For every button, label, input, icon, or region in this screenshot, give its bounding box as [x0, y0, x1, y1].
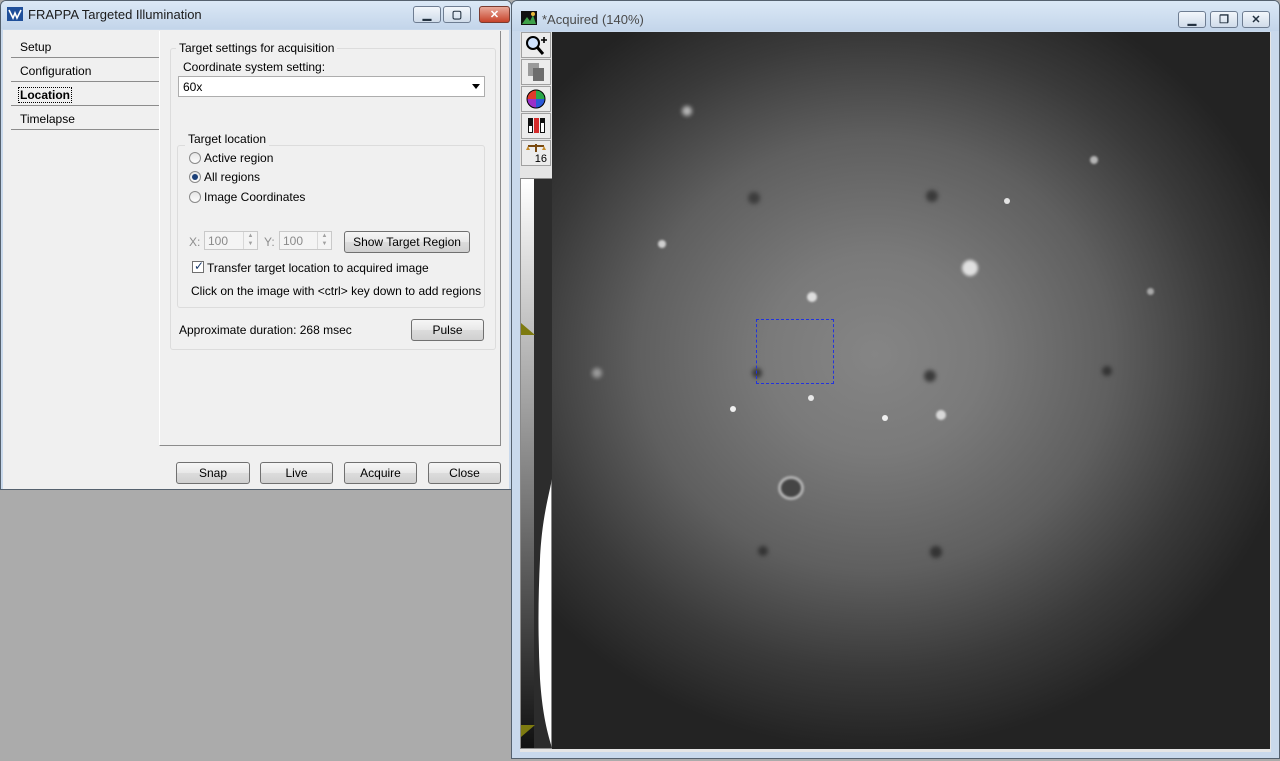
spin-arrows-icon[interactable]: ▲ ▼ — [243, 232, 257, 249]
location-panel: Target settings for acquisition Coordina… — [159, 31, 501, 446]
chevron-down-icon — [472, 84, 480, 89]
color-tool-button[interactable] — [521, 86, 551, 112]
copy-tool-button[interactable] — [521, 59, 551, 85]
channels-icon — [528, 118, 545, 133]
bright-spot — [807, 292, 817, 302]
radio-image-coordinates-label[interactable]: Image Coordinates — [204, 190, 305, 204]
bright-spot — [658, 240, 666, 248]
minimize-icon: ▁ — [422, 9, 432, 21]
transfer-location-label[interactable]: Transfer target location to acquired ima… — [207, 261, 429, 275]
dark-spot — [930, 546, 942, 558]
image-close-button[interactable]: ✕ — [1242, 11, 1270, 28]
selection-region[interactable] — [756, 319, 834, 384]
bright-spot — [1147, 288, 1154, 295]
tab-timelapse[interactable]: Timelapse — [11, 108, 159, 130]
close-button[interactable]: Close — [428, 462, 501, 484]
image-app-icon — [521, 11, 537, 25]
dark-spot — [924, 370, 936, 382]
dark-spot — [926, 190, 938, 202]
bright-spot — [962, 260, 978, 276]
y-coordinate-input[interactable]: 100 ▲ ▼ — [279, 231, 332, 250]
copy-icon — [528, 63, 544, 81]
coordinate-system-select[interactable]: 60x — [178, 76, 485, 97]
ctrl-click-hint: Click on the image with <ctrl> key down … — [191, 284, 482, 298]
scale-tool-button[interactable]: 16 — [521, 140, 551, 166]
bit-depth-label: 16 — [534, 153, 547, 165]
x-label: X: — [189, 235, 201, 249]
image-minimize-button[interactable]: ▁ — [1178, 11, 1206, 28]
bright-spot — [808, 395, 814, 401]
close-icon: ✕ — [1251, 14, 1261, 26]
frappa-titlebar[interactable]: FRAPPA Targeted Illumination ▁ ▢ ✕ — [1, 1, 511, 29]
tab-label: Timelapse — [20, 112, 75, 126]
tab-label: Setup — [20, 40, 52, 54]
spin-arrows-icon[interactable]: ▲ ▼ — [317, 232, 331, 249]
zoom-tool-button[interactable] — [521, 32, 551, 58]
bright-spot — [592, 368, 602, 378]
duration-text: Approximate duration: 268 msec — [179, 323, 352, 337]
show-target-region-button[interactable]: Show Target Region — [344, 231, 470, 253]
close-window-button[interactable]: ✕ — [479, 6, 510, 23]
tab-label: Configuration — [20, 64, 92, 78]
image-restore-button[interactable]: ❐ — [1210, 11, 1238, 28]
dark-spot — [758, 546, 768, 556]
checkmark-icon: ✓ — [194, 259, 205, 273]
radio-active-region[interactable] — [189, 152, 201, 164]
coordinate-label: Coordinate system setting: — [183, 60, 326, 74]
live-button[interactable]: Live — [260, 462, 333, 484]
lut-gradient — [521, 179, 535, 748]
minimize-button[interactable]: ▁ — [413, 6, 441, 23]
snap-button[interactable]: Snap — [176, 462, 250, 484]
frappa-title: FRAPPA Targeted Illumination — [28, 7, 202, 22]
bright-spot — [1004, 198, 1010, 204]
histogram-curve — [534, 179, 552, 748]
max-level-marker[interactable] — [521, 323, 535, 335]
bright-spot — [882, 415, 888, 421]
tab-setup[interactable]: Setup — [11, 36, 159, 58]
frappa-app-icon — [7, 7, 23, 21]
bright-spot — [936, 410, 946, 420]
min-level-marker[interactable] — [521, 725, 535, 737]
coordinate-value: 60x — [183, 80, 203, 94]
bright-spot — [682, 106, 692, 116]
acquired-image[interactable] — [552, 32, 1270, 749]
radio-all-regions-label[interactable]: All regions — [204, 170, 260, 184]
tab-label: Location — [18, 87, 72, 103]
tab-location[interactable]: Location — [11, 84, 159, 106]
y-value: 100 — [283, 234, 304, 248]
maximize-icon: ▢ — [451, 9, 463, 21]
restore-icon: ❐ — [1219, 14, 1229, 26]
frappa-window: FRAPPA Targeted Illumination ▁ ▢ ✕ Setup… — [0, 0, 512, 490]
bright-spot — [1090, 156, 1098, 164]
zoom-icon — [526, 36, 547, 55]
radio-all-regions[interactable] — [189, 171, 201, 183]
x-value: 100 — [208, 234, 229, 248]
color-wheel-icon — [526, 89, 546, 109]
y-label: Y: — [264, 235, 275, 249]
tab-configuration[interactable]: Configuration — [11, 60, 159, 82]
radio-image-coordinates[interactable] — [189, 191, 201, 203]
radio-active-region-label[interactable]: Active region — [204, 151, 273, 165]
image-window-title: *Acquired (140%) — [542, 12, 644, 27]
target-location-title: Target location — [185, 132, 270, 146]
transfer-location-checkbox[interactable]: ✓ — [192, 259, 205, 273]
target-settings-title: Target settings for acquisition — [176, 41, 338, 55]
close-icon: ✕ — [489, 9, 500, 21]
pulse-button[interactable]: Pulse — [411, 319, 484, 341]
channels-tool-button[interactable] — [521, 113, 551, 139]
x-coordinate-input[interactable]: 100 ▲ ▼ — [204, 231, 258, 250]
acquire-button[interactable]: Acquire — [344, 462, 417, 484]
minimize-icon: ▁ — [1187, 14, 1197, 26]
lut-histogram[interactable] — [520, 178, 552, 749]
dark-spot — [748, 192, 760, 204]
dark-spot — [1102, 366, 1112, 376]
bright-spot — [730, 406, 736, 412]
ring-cell — [778, 476, 804, 500]
image-titlebar[interactable]: *Acquired (140%) ▁ ❐ ✕ — [512, 1, 1279, 31]
maximize-button[interactable]: ▢ — [443, 6, 471, 23]
